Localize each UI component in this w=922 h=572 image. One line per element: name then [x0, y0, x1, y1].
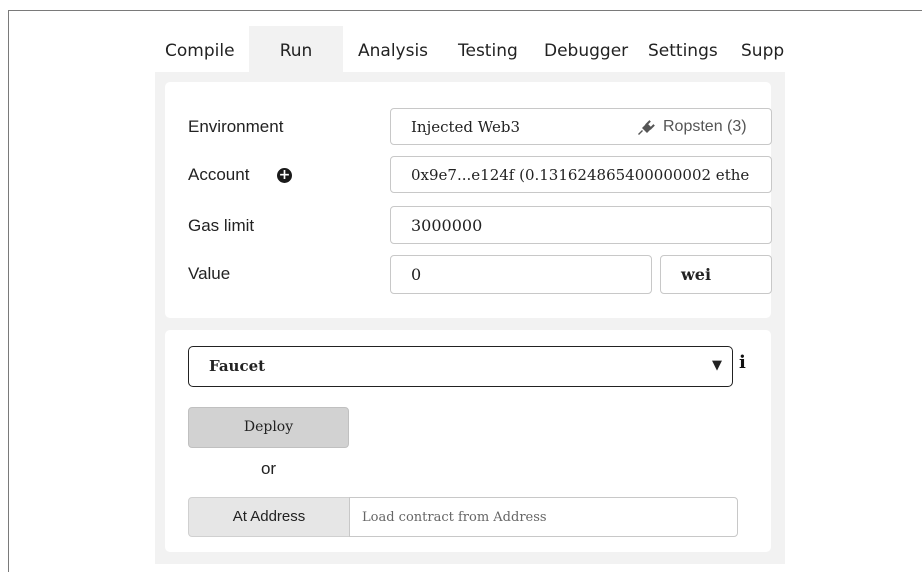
network-name: Ropsten (3)	[663, 118, 747, 135]
environment-value: Injected Web3	[411, 118, 521, 136]
tab-bar: Compile Run Analysis Testing Debugger Se…	[155, 26, 785, 72]
plug-icon	[638, 120, 655, 135]
at-address-button[interactable]: At Address	[188, 497, 350, 537]
value-input[interactable]: 0	[390, 255, 652, 294]
deploy-button[interactable]: Deploy	[188, 407, 349, 448]
contract-name: Faucet	[209, 357, 266, 375]
tab-debugger[interactable]: Debugger	[544, 26, 628, 72]
plus-circle-icon[interactable]: +	[277, 168, 292, 183]
value-amount: 0	[411, 265, 422, 284]
account-label: Account	[188, 165, 250, 184]
info-icon[interactable]: i	[739, 352, 746, 373]
gas-limit-value: 3000000	[411, 216, 483, 235]
tab-compile[interactable]: Compile	[165, 26, 235, 72]
gas-limit-label: Gas limit	[188, 216, 255, 235]
tab-analysis[interactable]: Analysis	[358, 26, 428, 72]
tab-testing[interactable]: Testing	[458, 26, 518, 72]
account-select[interactable]: 0x9e7...e124f (0.131624865400000002 ethe	[390, 156, 772, 193]
environment-select[interactable]: Injected Web3 Ropsten (3)	[390, 108, 772, 145]
dropdown-arrow-icon: ▼	[712, 358, 722, 373]
gas-limit-input[interactable]: 3000000	[390, 206, 772, 244]
tab-support[interactable]: Supp	[741, 26, 784, 72]
tab-settings[interactable]: Settings	[648, 26, 718, 72]
account-value: 0x9e7...e124f (0.131624865400000002 ethe	[411, 166, 750, 184]
value-label: Value	[188, 264, 231, 283]
environment-label: Environment	[188, 117, 284, 136]
tab-run[interactable]: Run	[249, 26, 343, 72]
contract-select[interactable]: Faucet ▼	[188, 346, 733, 387]
value-unit-select[interactable]: wei	[660, 255, 772, 294]
contract-address-input[interactable]	[349, 497, 738, 537]
or-label: or	[260, 459, 277, 478]
value-unit: wei	[681, 265, 712, 284]
